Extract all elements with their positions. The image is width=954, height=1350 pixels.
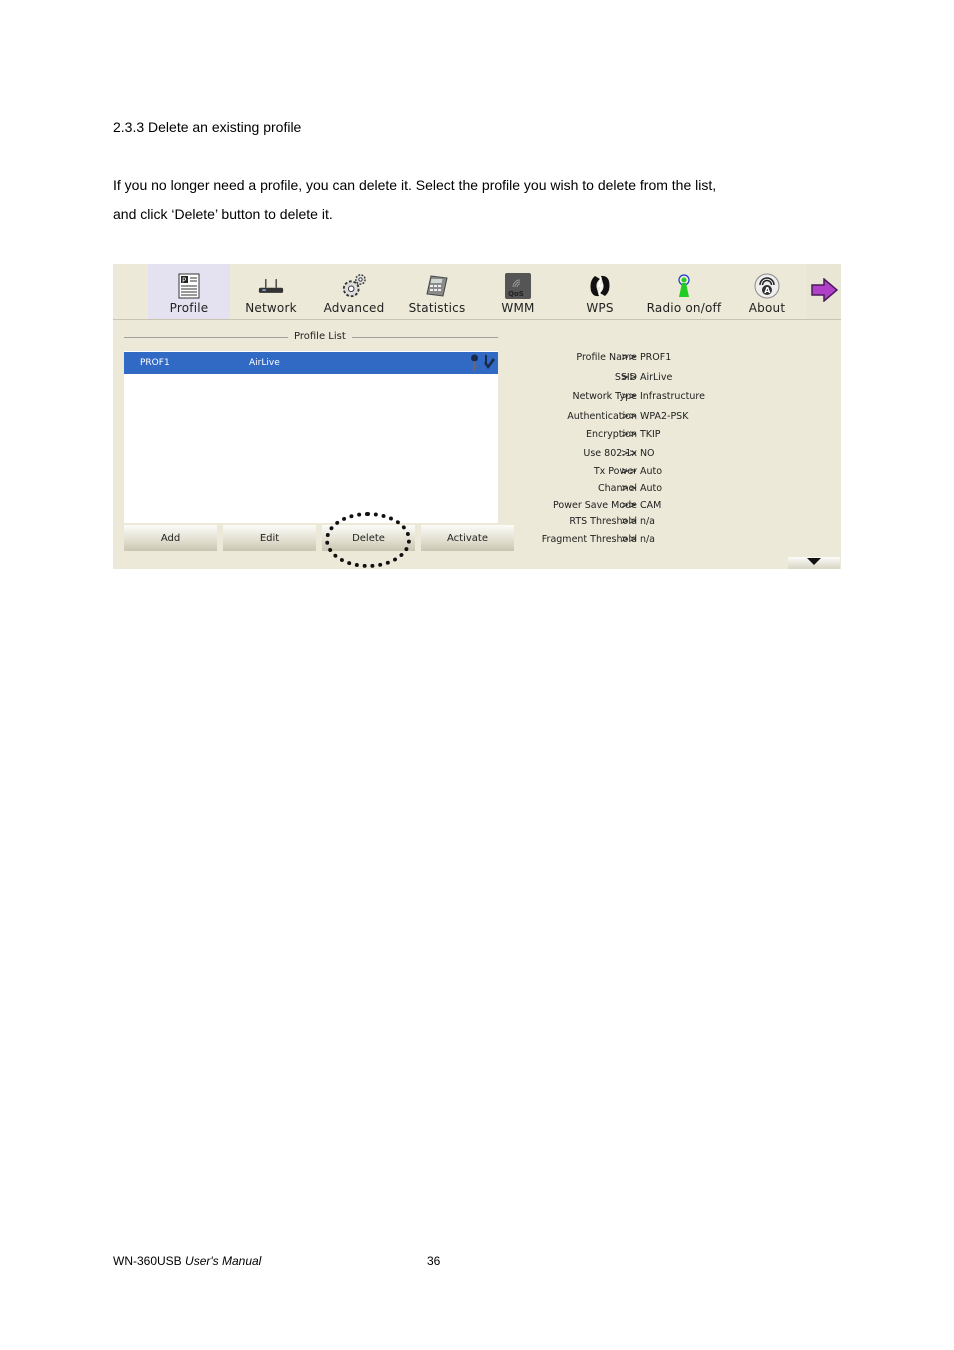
- svg-text:A: A: [764, 286, 771, 295]
- tab-network-label: Network: [245, 301, 297, 315]
- expand-details-button[interactable]: [788, 557, 840, 569]
- wps-icon: [587, 273, 613, 299]
- tab-statistics[interactable]: Statistics: [397, 264, 477, 319]
- radio-antenna-icon: [671, 273, 697, 299]
- footer-manual-title: WN-360USB User's Manual: [113, 1254, 262, 1268]
- profile-list-title: Profile List: [288, 331, 352, 342]
- tab-profile-label: Profile: [169, 301, 209, 315]
- tab-radio-label: Radio on/off: [646, 301, 722, 315]
- about-icon: A: [754, 273, 780, 299]
- page-number: 36: [427, 1254, 441, 1268]
- tab-wps-label: WPS: [586, 301, 614, 315]
- tab-about[interactable]: A About: [729, 264, 805, 319]
- svg-text:P: P: [182, 277, 186, 285]
- wireless-utility-screenshot: P Profile Network Advanced Statistics Qo…: [113, 264, 841, 569]
- arrow-right-icon: [810, 276, 839, 306]
- triangle-down-icon: [806, 550, 822, 569]
- gears-icon: [341, 273, 367, 299]
- profile-ssid-cell: AirLive: [249, 358, 280, 368]
- tab-about-label: About: [748, 301, 786, 315]
- tab-profile[interactable]: P Profile: [148, 264, 230, 319]
- tab-wps[interactable]: WPS: [560, 264, 640, 319]
- add-button[interactable]: Add: [124, 525, 217, 551]
- activate-button[interactable]: Activate: [421, 525, 514, 551]
- network-router-icon: [258, 273, 284, 299]
- tab-wmm-label: WMM: [501, 301, 535, 315]
- calculator-icon: [424, 273, 450, 299]
- instruction-paragraph-line-2: and click ‘Delete’ button to delete it.: [113, 206, 333, 222]
- profile-list[interactable]: PROF1 AirLive: [124, 351, 498, 523]
- key-icon: [470, 354, 479, 375]
- qos-icon: QoS: [505, 273, 531, 299]
- section-heading: 2.3.3 Delete an existing profile: [113, 119, 302, 135]
- active-check-icon: [482, 354, 496, 375]
- tab-statistics-label: Statistics: [408, 301, 466, 315]
- tab-advanced-label: Advanced: [323, 301, 385, 315]
- svg-text:QoS: QoS: [508, 290, 524, 298]
- delete-button[interactable]: Delete: [322, 525, 415, 551]
- tab-advanced[interactable]: Advanced: [313, 264, 395, 319]
- instruction-paragraph-line-1: If you no longer need a profile, you can…: [113, 177, 717, 193]
- next-page-button[interactable]: [807, 264, 841, 319]
- tab-wmm[interactable]: QoS WMM: [478, 264, 558, 319]
- profile-name-cell: PROF1: [140, 358, 170, 368]
- main-toolbar: P Profile Network Advanced Statistics Qo…: [113, 264, 841, 320]
- edit-button[interactable]: Edit: [223, 525, 316, 551]
- tab-radio-on-off[interactable]: Radio on/off: [640, 264, 728, 319]
- tab-network[interactable]: Network: [231, 264, 311, 319]
- profile-list-row[interactable]: PROF1 AirLive: [124, 352, 498, 374]
- profile-icon: P: [176, 273, 202, 299]
